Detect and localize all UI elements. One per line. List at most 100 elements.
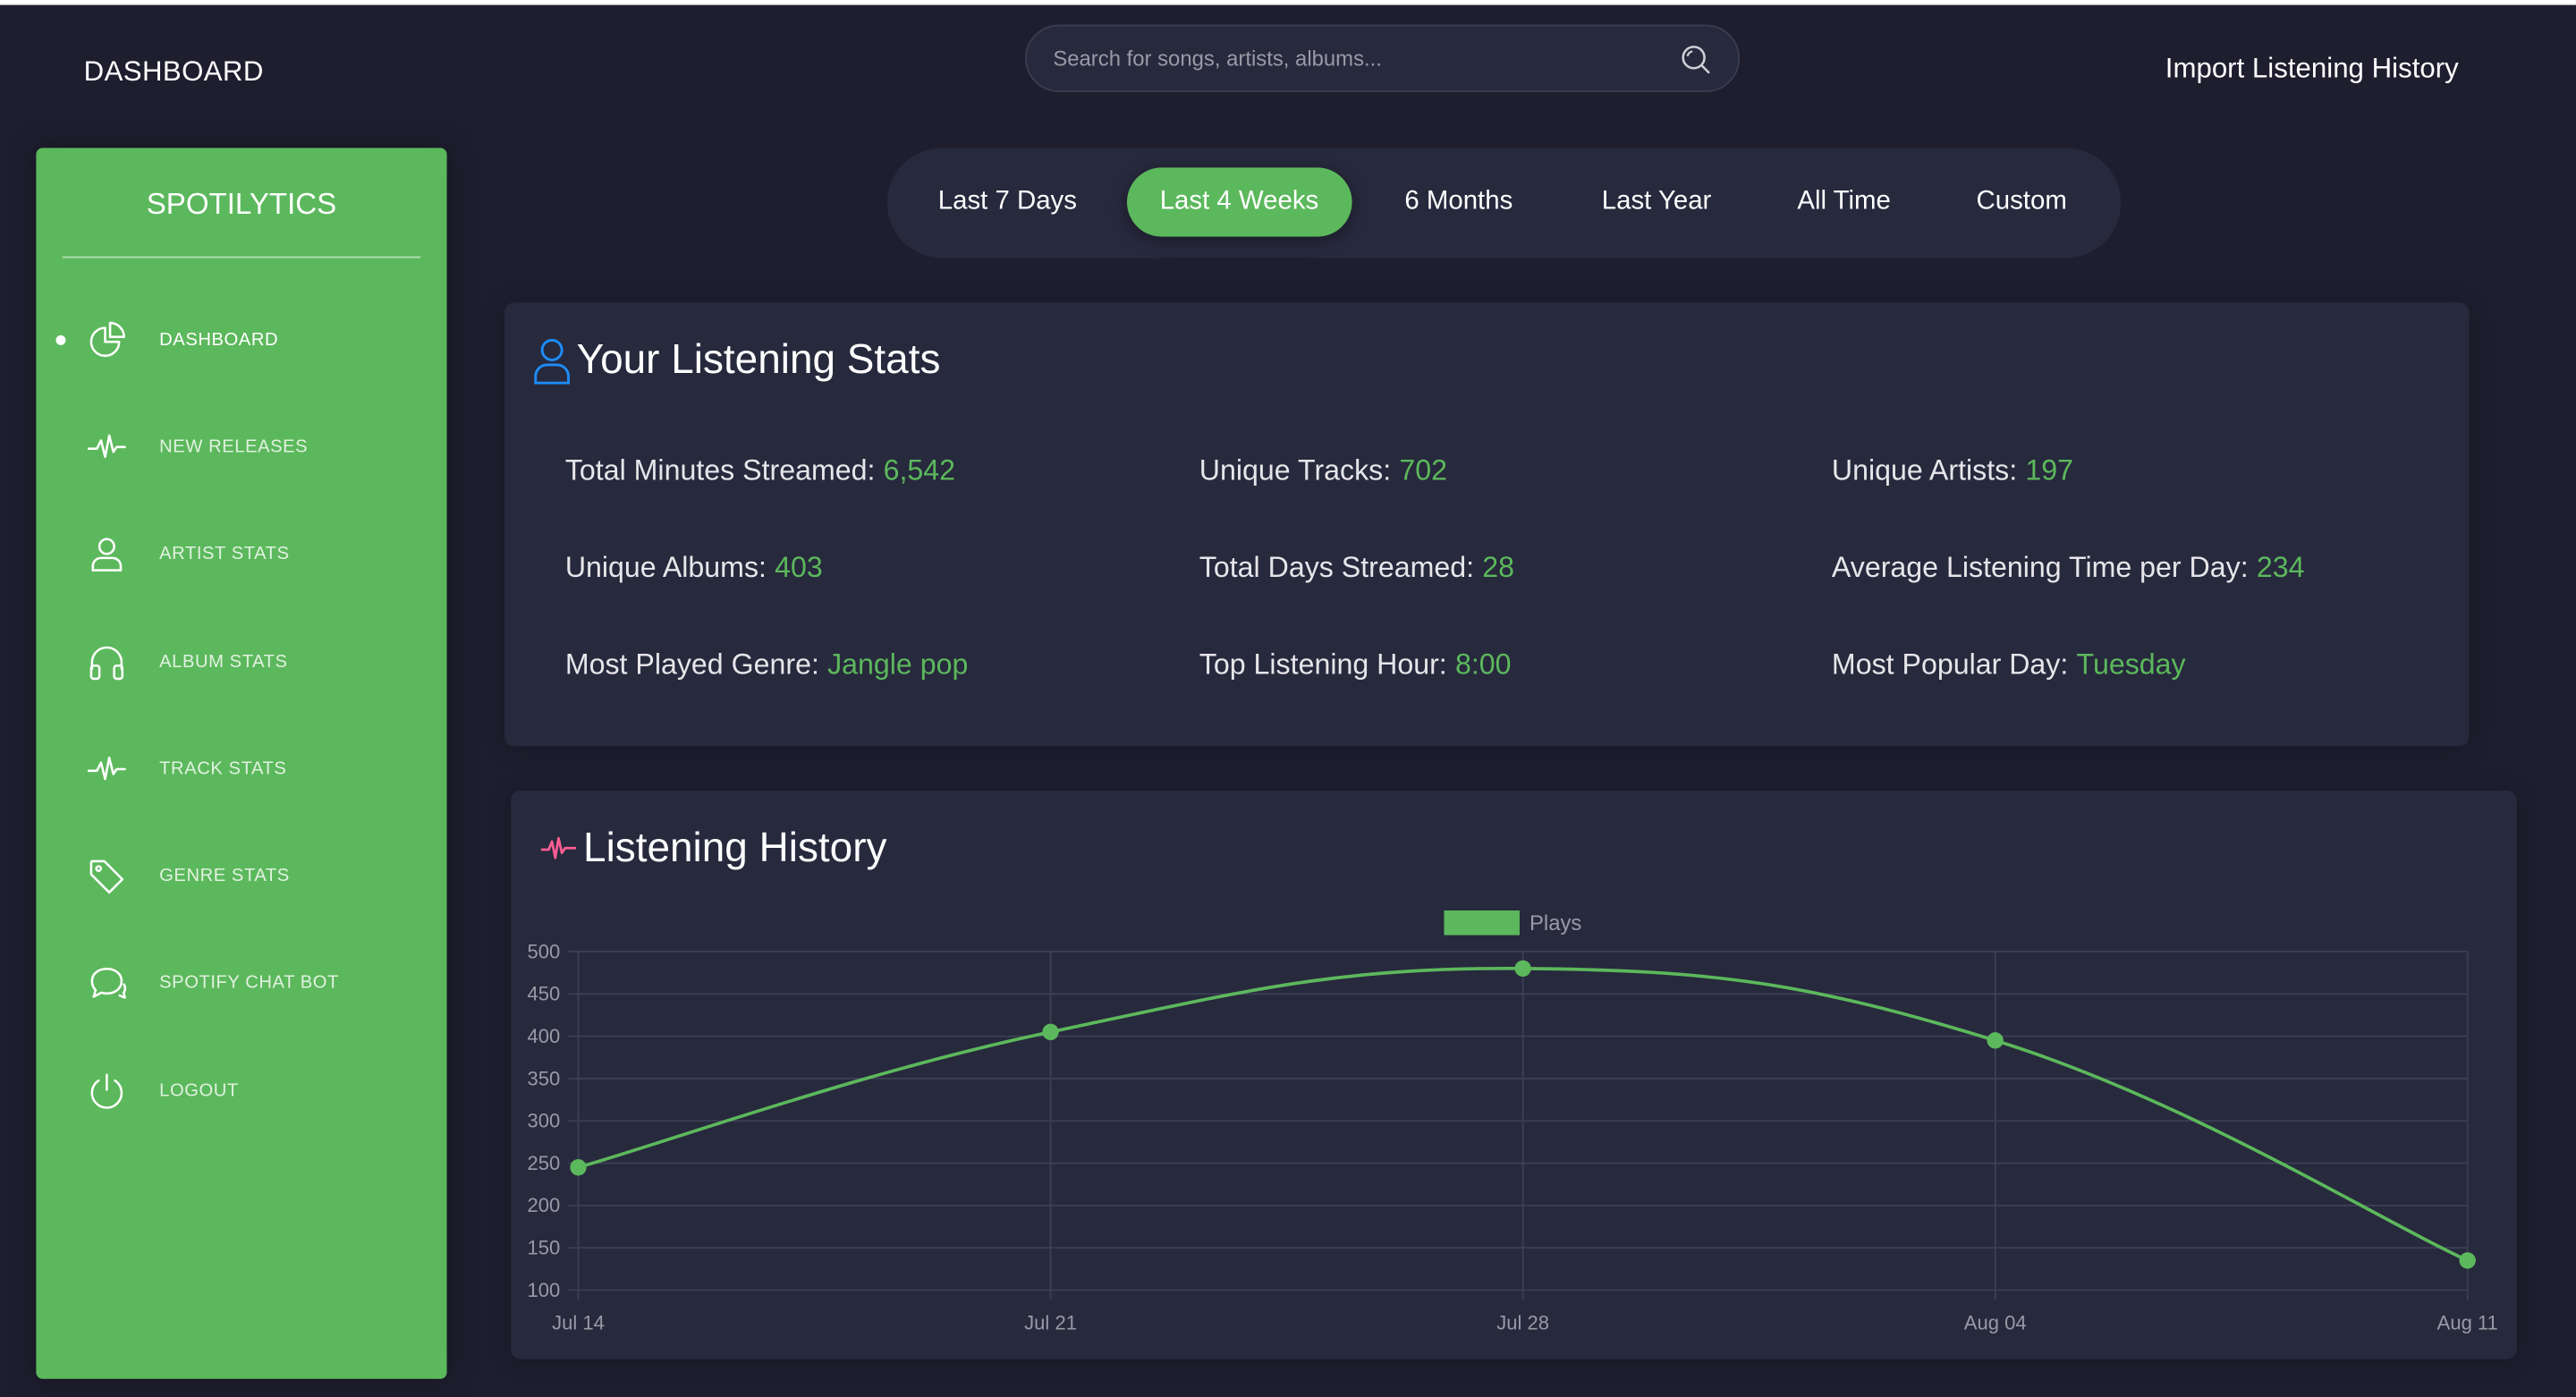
y-tick-label: 100 [528, 1279, 561, 1301]
sidebar-nav: DASHBOARD NEW RELEASES ARTIST STATS ALBU… [36, 286, 446, 1145]
stat-most-popular-day: Most Popular Day: Tuesday [1832, 648, 2186, 682]
stat-value: 702 [1399, 453, 1447, 487]
search-icon[interactable] [1679, 42, 1712, 75]
stat-label: Unique Albums: [564, 550, 767, 584]
stat-top-listening-hour: Top Listening Hour: 8:00 [1199, 648, 1512, 682]
sidebar-item-artist-stats[interactable]: ARTIST STATS [36, 501, 446, 608]
y-tick-label: 500 [528, 940, 561, 962]
listening-history-chart: 500 450 400 350 300 250 200 150 100 Jul 14 Jul 21 J… [511, 889, 2517, 1359]
stat-total-minutes: Total Minutes Streamed: 6,542 [565, 453, 955, 488]
stat-unique-tracks: Unique Tracks: 702 [1199, 453, 1447, 488]
sidebar-item-label: GENRE STATS [159, 866, 290, 886]
stat-label: Unique Tracks: [1199, 453, 1392, 487]
app-window: DASHBOARD Import Listening History SPOTI… [0, 0, 2576, 1397]
stat-value: 6,542 [883, 453, 956, 487]
sidebar-logo[interactable]: SPOTILYTICS [36, 187, 446, 222]
range-last-4-weeks[interactable]: Last 4 Weeks [1126, 167, 1352, 237]
stat-label: Total Minutes Streamed: [564, 453, 876, 487]
stat-value: 8:00 [1454, 648, 1512, 681]
stat-total-days: Total Days Streamed: 28 [1199, 551, 1514, 586]
stat-average-listening-time: Average Listening Time per Day: 234 [1832, 551, 2305, 586]
user-icon [534, 338, 570, 385]
card-title-text: Your Listening Stats [576, 335, 941, 383]
range-6-months[interactable]: 6 Months [1372, 167, 1546, 236]
data-point [1042, 1023, 1059, 1041]
chat-icon [87, 964, 127, 1003]
y-tick-label: 450 [528, 983, 561, 1005]
sidebar-item-album-stats[interactable]: ALBUM STATS [36, 608, 446, 715]
x-tick-label: Jul 28 [1496, 1312, 1549, 1334]
y-tick-label: 400 [528, 1025, 561, 1047]
search-input[interactable] [1053, 46, 1680, 72]
stat-label: Most Played Genre: [564, 648, 819, 681]
y-tick-label: 150 [528, 1237, 561, 1259]
stat-label: Unique Artists: [1831, 453, 2018, 487]
tag-icon [87, 857, 126, 896]
power-icon [87, 1071, 126, 1111]
legend-label: Plays [1530, 911, 1581, 936]
y-tick-label: 200 [528, 1194, 561, 1216]
sidebar-item-label: LOGOUT [159, 1080, 239, 1101]
y-tick-label: 250 [528, 1152, 561, 1174]
sidebar-item-label: ARTIST STATS [159, 544, 290, 564]
data-point [1987, 1032, 2004, 1049]
sidebar-item-track-stats[interactable]: TRACK STATS [36, 715, 446, 823]
stat-value: 403 [775, 550, 823, 584]
sidebar-item-label: ALBUM STATS [159, 651, 288, 672]
sidebar-item-spotify-chat-bot[interactable]: SPOTIFY CHAT BOT [36, 930, 446, 1037]
card-title-text: Listening History [583, 824, 887, 871]
sidebar-item-label: SPOTIFY CHAT BOT [159, 973, 339, 994]
listening-history-heading: Listening History [538, 824, 887, 873]
x-tick-label: Aug 04 [1964, 1312, 2027, 1334]
sidebar-item-new-releases[interactable]: NEW RELEASES [36, 394, 446, 501]
listening-stats-heading: Your Listening Stats [530, 335, 940, 385]
search-bar[interactable] [1025, 24, 1741, 92]
active-indicator [55, 334, 66, 345]
sidebar: SPOTILYTICS DASHBOARD NEW RELEASES ARTIS… [36, 148, 447, 1379]
stat-unique-albums: Unique Albums: 403 [565, 551, 823, 586]
legend-swatch [1444, 910, 1520, 936]
pie-chart-icon [87, 320, 126, 360]
sidebar-item-label: DASHBOARD [159, 329, 279, 350]
range-last-7-days[interactable]: Last 7 Days [905, 167, 1110, 236]
import-listening-history-link[interactable]: Import Listening History [2165, 53, 2459, 86]
sidebar-item-dashboard[interactable]: DASHBOARD [36, 286, 446, 394]
range-custom[interactable]: Custom [1944, 167, 2100, 236]
pulse-icon [540, 836, 577, 859]
stat-unique-artists: Unique Artists: 197 [1832, 453, 2073, 488]
x-tick-label: Aug 11 [2437, 1312, 2498, 1334]
pulse-icon [87, 749, 126, 789]
range-all-time[interactable]: All Time [1765, 167, 1924, 236]
sidebar-divider [62, 256, 421, 258]
stat-label: Top Listening Hour: [1199, 648, 1447, 681]
x-tick-label: Jul 14 [552, 1312, 605, 1334]
headphones-icon [87, 642, 126, 682]
pulse-icon [87, 428, 126, 467]
user-icon [87, 535, 126, 574]
stat-value: 197 [2025, 453, 2073, 487]
time-range-selector: Last 7 Days Last 4 Weeks 6 Months Last Y… [886, 148, 2122, 258]
sidebar-item-logout[interactable]: LOGOUT [36, 1037, 446, 1145]
listening-stats-card: Your Listening Stats Total Minutes Strea… [504, 302, 2470, 747]
sidebar-item-genre-stats[interactable]: GENRE STATS [36, 823, 446, 930]
data-point [570, 1159, 587, 1176]
x-tick-label: Jul 21 [1024, 1312, 1077, 1334]
stat-label: Most Popular Day: [1831, 648, 2069, 681]
data-point [2459, 1252, 2476, 1269]
range-last-year[interactable]: Last Year [1569, 167, 1744, 236]
page-title: DASHBOARD [83, 55, 264, 88]
window-top-edge [0, 0, 2576, 5]
listening-history-card: Listening History 500 450 400 350 300 250 200 1… [511, 790, 2517, 1359]
stat-most-played-genre: Most Played Genre: Jangle pop [565, 648, 969, 682]
stat-label: Average Listening Time per Day: [1831, 550, 2249, 584]
stat-value: Tuesday [2076, 648, 2186, 681]
line-chart: 500 450 400 350 300 250 200 150 100 Jul 14 Jul 21 J… [528, 910, 2498, 1334]
y-tick-label: 350 [528, 1067, 561, 1089]
stat-value: 234 [2256, 550, 2305, 584]
stat-value: 28 [1482, 550, 1515, 584]
stat-label: Total Days Streamed: [1199, 550, 1475, 584]
sidebar-item-label: NEW RELEASES [159, 436, 309, 457]
stat-value: Jangle pop [827, 648, 969, 681]
y-tick-label: 300 [528, 1110, 561, 1132]
sidebar-item-label: TRACK STATS [159, 758, 287, 779]
